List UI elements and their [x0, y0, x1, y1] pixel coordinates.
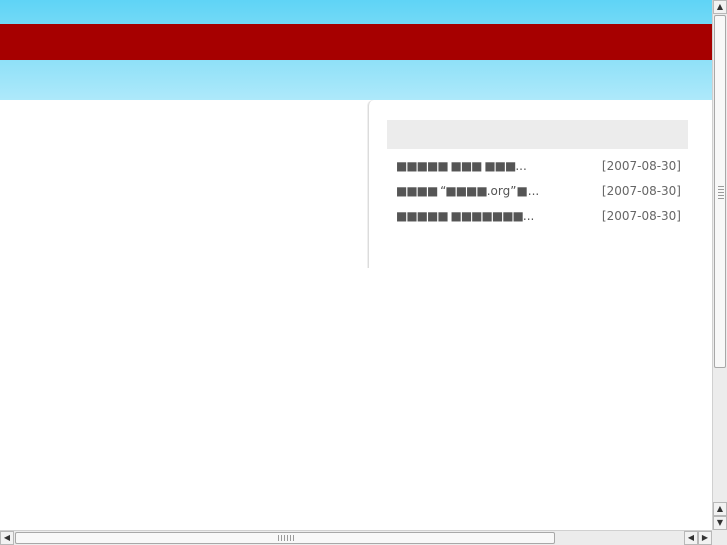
scroll-left-arrow-icon[interactable]: ◀: [0, 531, 14, 545]
horizontal-scrollbar[interactable]: ◀ ◀ ▶: [0, 530, 712, 545]
news-title-text: ■■■■ “■■■■: [396, 184, 488, 198]
scroll-right-arrow-icon[interactable]: ▶: [698, 531, 712, 545]
news-date: [2007-08-30]: [601, 159, 681, 173]
scroll-left-arrow-icon[interactable]: ◀: [684, 531, 698, 545]
news-title-link[interactable]: ■■■■ “■■■■.org”■...: [396, 183, 539, 200]
news-panel-header: [387, 120, 688, 149]
news-list: ■■■■■ ■■■ ■■■... [2007-08-30] ■■■■ “■■■■…: [396, 158, 688, 233]
news-item[interactable]: ■■■■ “■■■■.org”■... [2007-08-30]: [396, 183, 688, 208]
news-title-tail: .org”■...: [486, 184, 540, 198]
news-item[interactable]: ■■■■■ ■■■■■■■... [2007-08-30]: [396, 208, 688, 233]
vertical-scrollbar[interactable]: ▲ ▲ ▼: [712, 0, 727, 530]
vertical-scroll-thumb[interactable]: [714, 15, 726, 368]
news-panel: ■■■■■ ■■■ ■■■... [2007-08-30] ■■■■ “■■■■…: [368, 100, 712, 268]
grip-icon: [278, 535, 294, 541]
news-title-text: ■■■■■ ■■■ ■■■: [396, 159, 516, 173]
news-title-link[interactable]: ■■■■■ ■■■■■■■...: [396, 208, 534, 225]
news-title-tail: ...: [522, 209, 535, 223]
news-date: [2007-08-30]: [601, 184, 681, 198]
news-date: [2007-08-30]: [601, 209, 681, 223]
grip-icon: [718, 186, 724, 200]
horizontal-scroll-thumb[interactable]: [15, 532, 555, 544]
scroll-up-arrow-icon[interactable]: ▲: [713, 0, 727, 14]
news-item[interactable]: ■■■■■ ■■■ ■■■... [2007-08-30]: [396, 158, 688, 183]
news-title-text: ■■■■■ ■■■■■■■: [396, 209, 524, 223]
scroll-down-arrow-icon[interactable]: ▼: [713, 516, 727, 530]
news-title-tail: ...: [515, 159, 527, 173]
scrollbar-corner: [712, 530, 727, 545]
page-viewport: ■■■■■ ■■■ ■■■... [2007-08-30] ■■■■ “■■■■…: [0, 0, 712, 530]
nav-bar: [0, 24, 712, 60]
news-title-link[interactable]: ■■■■■ ■■■ ■■■...: [396, 158, 527, 175]
scroll-up-arrow-icon[interactable]: ▲: [713, 502, 727, 516]
